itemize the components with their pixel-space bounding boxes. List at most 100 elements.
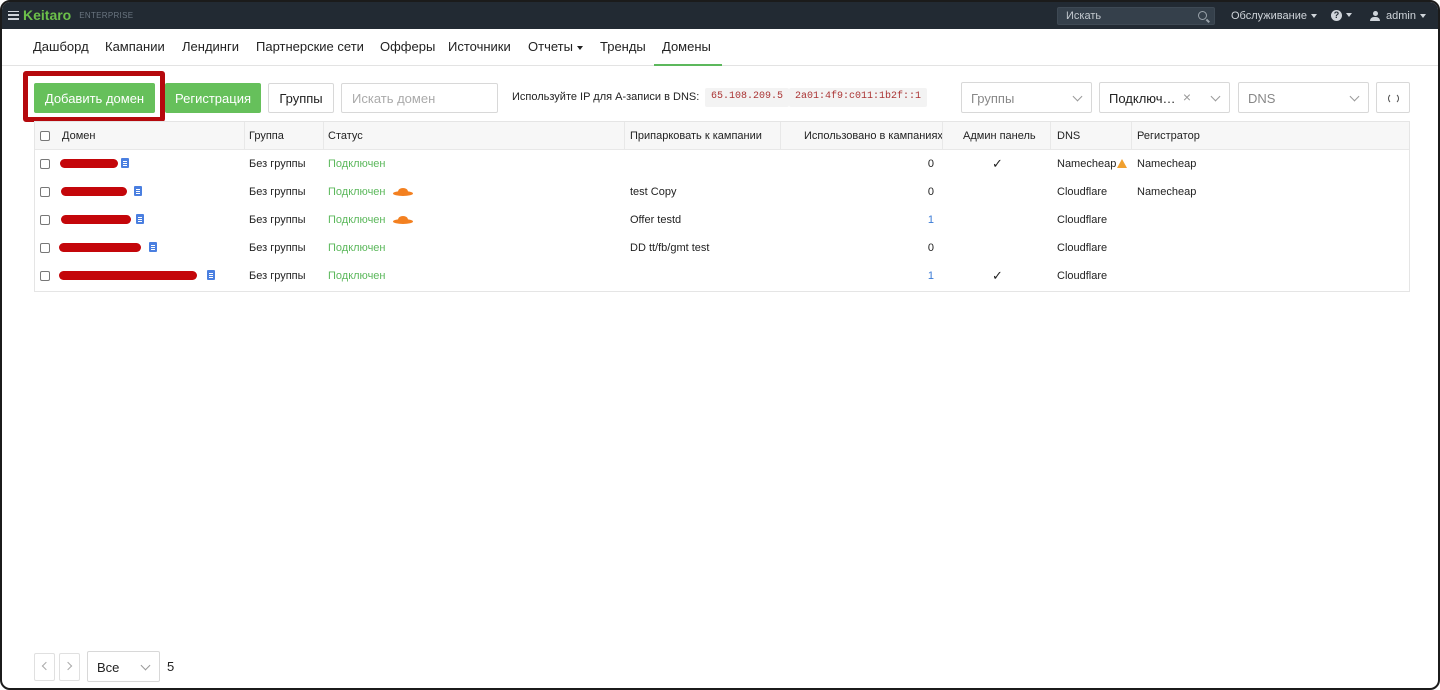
logo[interactable]: Keitaro <box>23 7 71 23</box>
refresh-button[interactable] <box>1376 82 1410 113</box>
next-page-button[interactable] <box>59 653 80 681</box>
row-registrar: Namecheap <box>1137 186 1197 198</box>
row-dns: Cloudflare <box>1057 214 1108 226</box>
help-icon: ? <box>1331 9 1342 21</box>
row-checkbox[interactable] <box>40 215 50 225</box>
nav-item-landings[interactable]: Лендинги <box>182 39 239 54</box>
registration-button[interactable]: Регистрация <box>165 83 261 113</box>
table-row[interactable]: Без группы Подключен test Copy 0 Cloudfl… <box>35 178 1409 206</box>
groups-button[interactable]: Группы <box>268 83 334 113</box>
nav-item-domains[interactable]: Домены <box>662 39 711 54</box>
per-page-select[interactable]: Все <box>87 651 160 682</box>
document-icon[interactable] <box>207 270 215 280</box>
row-group: Без группы <box>249 158 306 170</box>
app-window: Keitaro ENTERPRISE Искать Обслуживание ?… <box>0 0 1440 690</box>
col-admin-panel[interactable]: Админ панель <box>963 130 1036 142</box>
column-divider <box>323 122 324 150</box>
nav-item-trends[interactable]: Тренды <box>600 39 646 54</box>
warning-icon[interactable] <box>1117 159 1128 168</box>
column-divider <box>244 122 245 150</box>
col-status[interactable]: Статус <box>328 130 363 142</box>
groups-filter-select[interactable]: Группы <box>961 82 1092 113</box>
menu-icon[interactable] <box>8 10 19 20</box>
column-divider <box>780 122 781 150</box>
table-row[interactable]: Без группы Подключен DD tt/fb/gmt test 0… <box>35 234 1409 262</box>
main-nav: Дашборд Кампании Лендинги Партнерские се… <box>2 29 1438 66</box>
row-checkbox[interactable] <box>40 187 50 197</box>
row-group: Без группы <box>249 270 306 282</box>
user-icon <box>1370 11 1380 22</box>
chevron-right-icon <box>63 661 73 671</box>
nav-item-affiliate-networks[interactable]: Партнерские сети <box>256 39 364 54</box>
column-divider <box>942 122 943 150</box>
active-tab-indicator <box>654 64 722 66</box>
redacted-domain <box>59 243 141 252</box>
row-campaign[interactable]: test Copy <box>630 186 676 198</box>
domain-search-input[interactable]: Искать домен <box>341 83 498 113</box>
row-used-count: 0 <box>927 186 934 198</box>
col-group[interactable]: Группа <box>249 130 284 142</box>
document-icon[interactable] <box>136 214 144 224</box>
row-checkbox[interactable] <box>40 159 50 169</box>
highlight-frame <box>23 71 165 122</box>
chevron-down-icon <box>1072 91 1083 102</box>
document-icon[interactable] <box>149 242 157 252</box>
row-status: Подключен <box>328 214 386 226</box>
user-menu[interactable]: admin <box>1370 10 1426 22</box>
global-search-placeholder: Искать <box>1066 10 1102 22</box>
top-bar: Keitaro ENTERPRISE Искать Обслуживание ?… <box>2 2 1438 29</box>
nav-item-reports[interactable]: Отчеты <box>528 39 583 54</box>
row-registrar: Namecheap <box>1137 158 1197 170</box>
dns-filter-select[interactable]: DNS <box>1238 82 1369 113</box>
nav-item-offers[interactable]: Офферы <box>380 39 435 54</box>
help-menu[interactable]: ? <box>1331 9 1352 21</box>
chevron-down-icon <box>140 660 151 671</box>
table-row[interactable]: Без группы Подключен 1 ✓ Cloudflare <box>35 262 1409 290</box>
row-campaign[interactable]: DD tt/fb/gmt test <box>630 242 709 254</box>
nav-item-dashboard[interactable]: Дашборд <box>33 39 89 54</box>
document-icon[interactable] <box>121 158 129 168</box>
column-divider <box>1050 122 1051 150</box>
col-used-in-campaigns[interactable]: Использовано в кампаниях <box>804 130 943 142</box>
admin-panel-check: ✓ <box>992 156 1003 171</box>
chevron-left-icon <box>41 661 51 671</box>
row-dns: Namecheap <box>1057 158 1128 170</box>
row-checkbox[interactable] <box>40 243 50 253</box>
row-status: Подключен <box>328 158 386 170</box>
user-name: admin <box>1386 10 1416 22</box>
nav-item-sources[interactable]: Источники <box>448 39 511 54</box>
select-all-checkbox[interactable] <box>40 131 50 141</box>
row-checkbox[interactable] <box>40 271 50 281</box>
search-icon[interactable] <box>1198 11 1207 20</box>
nav-item-campaigns[interactable]: Кампании <box>105 39 165 54</box>
col-dns[interactable]: DNS <box>1057 130 1080 142</box>
chevron-down-icon <box>1310 14 1317 19</box>
row-used-count-link[interactable]: 1 <box>928 214 934 226</box>
table-row[interactable]: Без группы Подключен 0 ✓ Namecheap Namec… <box>35 150 1409 178</box>
chevron-down-icon <box>1349 91 1360 102</box>
service-menu-label: Обслуживание <box>1231 10 1307 22</box>
column-divider <box>624 122 625 150</box>
global-search-input[interactable]: Искать <box>1057 7 1215 25</box>
redacted-domain <box>59 271 197 280</box>
ipv6-address[interactable]: 2a01:4f9:c011:1b2f::1 <box>789 88 928 107</box>
clear-icon[interactable]: × <box>1183 89 1191 105</box>
col-park-campaign[interactable]: Припарковать к кампании <box>630 130 762 142</box>
row-group: Без группы <box>249 186 306 198</box>
per-page-value: Все <box>97 660 120 675</box>
cloudflare-icon <box>391 216 415 224</box>
row-used-count: 0 <box>927 158 934 170</box>
brand[interactable]: Keitaro ENTERPRISE <box>8 7 133 23</box>
col-domain[interactable]: Домен <box>62 130 95 142</box>
row-campaign[interactable]: Offer testd <box>630 214 681 226</box>
ipv4-address[interactable]: 65.108.209.5 <box>705 88 790 107</box>
redacted-domain <box>61 215 131 224</box>
prev-page-button[interactable] <box>34 653 55 681</box>
service-menu[interactable]: Обслуживание <box>1231 10 1317 22</box>
document-icon[interactable] <box>134 186 142 196</box>
col-registrar[interactable]: Регистратор <box>1137 130 1200 142</box>
row-used-count-link[interactable]: 1 <box>928 270 934 282</box>
status-filter-select[interactable]: Подключ… × <box>1099 82 1230 113</box>
chevron-down-icon <box>576 45 583 50</box>
table-row[interactable]: Без группы Подключен Offer testd 1 Cloud… <box>35 206 1409 234</box>
